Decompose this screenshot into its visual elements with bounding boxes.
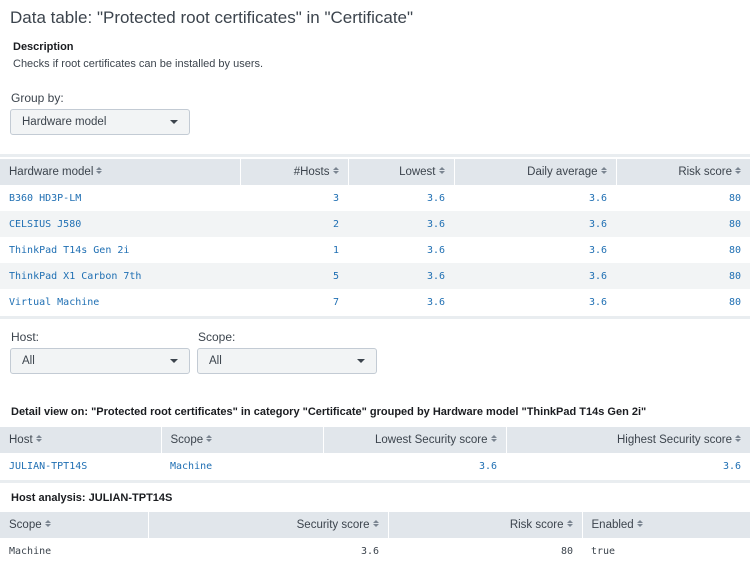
cell-risk-score: 80: [560, 545, 573, 557]
cell-enabled: true: [591, 545, 616, 557]
column-header-scope[interactable]: Scope: [161, 427, 324, 453]
column-header-hardware-model[interactable]: Hardware model: [0, 159, 241, 185]
host-analysis-table: Scope Security score Risk score Enabled …: [0, 512, 750, 564]
host-filter-select[interactable]: All: [10, 348, 190, 374]
sort-icon: [36, 435, 42, 442]
host-filter-value: All: [22, 355, 35, 367]
table-row[interactable]: ThinkPad X1 Carbon 7th 5 3.6 3.6 80: [0, 263, 750, 289]
cell-hosts[interactable]: 2: [240, 211, 348, 237]
table-row[interactable]: JULIAN-TPT14S Machine 3.6 3.6: [0, 453, 750, 479]
cell-lowest[interactable]: 3.6: [348, 289, 454, 315]
group-by-select[interactable]: Hardware model: [10, 109, 190, 135]
cell-risk-score[interactable]: 80: [616, 263, 750, 289]
cell-scope: Machine: [9, 545, 52, 557]
column-header-risk-score[interactable]: Risk score: [388, 512, 583, 538]
cell-security-score: 3.6: [360, 545, 379, 557]
cell-risk-score[interactable]: 80: [616, 237, 750, 263]
column-header-host[interactable]: Host: [0, 427, 162, 453]
cell-risk-score[interactable]: 80: [616, 289, 750, 315]
table-header-row: Hardware model #Hosts Lowest Daily avera…: [0, 159, 750, 185]
scope-filter-select[interactable]: All: [197, 348, 377, 374]
cell-host[interactable]: JULIAN-TPT14S: [0, 453, 161, 479]
caret-down-icon: [170, 120, 178, 124]
cell-hardware-model[interactable]: B360 HD3P-LM: [0, 185, 240, 211]
table-row: Machine 3.6 80 true: [0, 538, 750, 564]
cell-hardware-model[interactable]: CELSIUS J580: [0, 211, 240, 237]
table-row[interactable]: ThinkPad T14s Gen 2i 1 3.6 3.6 80: [0, 237, 750, 263]
caret-down-icon: [357, 359, 365, 363]
cell-daily-average[interactable]: 3.6: [454, 185, 616, 211]
section-divider: [0, 480, 750, 483]
table-row[interactable]: CELSIUS J580 2 3.6 3.6 80: [0, 211, 750, 237]
column-header-highest-security-score[interactable]: Highest Security score: [506, 427, 750, 453]
sort-icon: [45, 520, 51, 527]
table-header-row: Host Scope Lowest Security score Highest…: [0, 427, 750, 453]
description-heading: Description: [13, 41, 74, 53]
column-header-hosts[interactable]: #Hosts: [240, 159, 349, 185]
column-header-security-score[interactable]: Security score: [148, 512, 389, 538]
cell-hosts[interactable]: 5: [240, 263, 348, 289]
hardware-table: Hardware model #Hosts Lowest Daily avera…: [0, 159, 750, 315]
sort-icon: [735, 435, 741, 442]
group-by-value: Hardware model: [22, 116, 107, 128]
cell-lowest[interactable]: 3.6: [348, 185, 454, 211]
cell-hosts[interactable]: 1: [240, 237, 348, 263]
scope-filter-label: Scope:: [198, 330, 236, 344]
sort-icon: [735, 167, 741, 174]
detail-view-title: Detail view on: "Protected root certific…: [11, 406, 647, 418]
caret-down-icon: [170, 359, 178, 363]
cell-lowest[interactable]: 3.6: [348, 211, 454, 237]
description-text: Checks if root certificates can be insta…: [13, 58, 264, 70]
column-header-lowest[interactable]: Lowest: [348, 159, 455, 185]
sort-icon: [491, 435, 497, 442]
group-by-label: Group by:: [11, 91, 64, 105]
column-header-scope[interactable]: Scope: [0, 512, 149, 538]
cell-hardware-model[interactable]: ThinkPad X1 Carbon 7th: [0, 263, 240, 289]
cell-highest-security-score[interactable]: 3.6: [506, 453, 750, 479]
sort-icon: [637, 520, 643, 527]
cell-hardware-model[interactable]: ThinkPad T14s Gen 2i: [0, 237, 240, 263]
column-header-risk-score[interactable]: Risk score: [616, 159, 750, 185]
cell-lowest-security-score[interactable]: 3.6: [323, 453, 506, 479]
cell-daily-average[interactable]: 3.6: [454, 289, 616, 315]
cell-scope[interactable]: Machine: [161, 453, 323, 479]
cell-lowest[interactable]: 3.6: [348, 237, 454, 263]
page-title: Data table: "Protected root certificates…: [10, 8, 414, 27]
cell-risk-score[interactable]: 80: [616, 185, 750, 211]
cell-risk-score[interactable]: 80: [616, 211, 750, 237]
table-row[interactable]: B360 HD3P-LM 3 3.6 3.6 80: [0, 185, 750, 211]
cell-hosts[interactable]: 3: [240, 185, 348, 211]
sort-icon: [96, 167, 102, 174]
section-divider: [0, 316, 750, 319]
cell-hardware-model[interactable]: Virtual Machine: [0, 289, 240, 315]
section-divider: [0, 154, 750, 157]
sort-icon: [601, 167, 607, 174]
cell-daily-average[interactable]: 3.6: [454, 211, 616, 237]
column-header-lowest-security-score[interactable]: Lowest Security score: [323, 427, 507, 453]
host-analysis-title: Host analysis: JULIAN-TPT14S: [11, 492, 173, 504]
scope-filter-value: All: [209, 355, 222, 367]
sort-icon: [373, 520, 379, 527]
cell-daily-average[interactable]: 3.6: [454, 263, 616, 289]
host-filter-label: Host:: [11, 330, 40, 344]
table-header-row: Scope Security score Risk score Enabled: [0, 512, 750, 538]
column-header-daily-average[interactable]: Daily average: [454, 159, 617, 185]
table-row[interactable]: Virtual Machine 7 3.6 3.6 80: [0, 289, 750, 315]
sort-icon: [206, 435, 212, 442]
sort-icon: [439, 167, 445, 174]
cell-daily-average[interactable]: 3.6: [454, 237, 616, 263]
sort-icon: [567, 520, 573, 527]
detail-table: Host Scope Lowest Security score Highest…: [0, 427, 750, 479]
sort-icon: [333, 167, 339, 174]
cell-hosts[interactable]: 7: [240, 289, 348, 315]
cell-lowest[interactable]: 3.6: [348, 263, 454, 289]
column-header-enabled[interactable]: Enabled: [582, 512, 750, 538]
